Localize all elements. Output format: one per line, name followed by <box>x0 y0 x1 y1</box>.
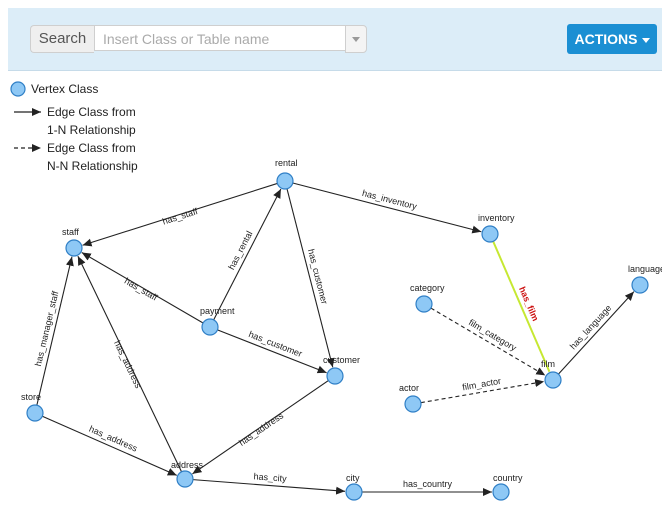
edge-store-address[interactable] <box>42 415 177 476</box>
legend-vertex-label: Vertex Class <box>31 82 98 96</box>
vertex-label: store <box>21 392 41 402</box>
vertex-label: customer <box>323 355 360 365</box>
vertex-label: category <box>410 283 445 293</box>
vertex-circle[interactable] <box>201 318 219 336</box>
edge-label-film_actor: film_actor <box>462 376 502 392</box>
edge-label-has_rental: has_rental <box>226 229 254 271</box>
search-group: Search Insert Class or Table name <box>30 25 367 53</box>
edge-label-has_staff: has_staff <box>161 206 199 227</box>
vertex-label: inventory <box>478 213 515 223</box>
legend: Vertex Class Edge Class from 1-N Relatio… <box>10 81 138 173</box>
edge-label-has_customer: has_customer <box>247 329 303 359</box>
edge-rental-inventory[interactable] <box>292 182 482 234</box>
vertex-circle[interactable] <box>326 367 344 385</box>
vertex-city[interactable]: city <box>345 473 363 501</box>
edge-label-has_manager_staff: has_manager_staff <box>33 290 61 368</box>
vertex-label: staff <box>62 227 79 237</box>
vertex-label: payment <box>200 306 235 316</box>
vertex-country[interactable]: country <box>492 473 523 501</box>
actions-button[interactable]: ACTIONS <box>567 24 657 54</box>
graph-canvas[interactable]: Vertex Class Edge Class from 1-N Relatio… <box>8 71 662 514</box>
vertex-circle[interactable] <box>345 483 363 501</box>
vertex-circle[interactable] <box>415 295 433 313</box>
vertex-circle[interactable] <box>481 225 499 243</box>
vertex-circle[interactable] <box>544 371 562 389</box>
vertex-rental[interactable]: rental <box>275 158 298 190</box>
vertex-label: rental <box>275 158 298 168</box>
schema-graph-page: Search Insert Class or Table name ACTION… <box>0 0 662 514</box>
vertex-customer[interactable]: customer <box>323 355 360 385</box>
edge-label-film_category: film_category <box>467 317 519 353</box>
vertex-film[interactable]: film <box>541 359 562 389</box>
search-input[interactable]: Insert Class or Table name <box>94 25 345 51</box>
edge-label-has_address: has_address <box>112 339 144 390</box>
vertex-payment[interactable]: payment <box>200 306 235 336</box>
legend-edge-1n-line1: Edge Class from <box>47 105 136 119</box>
vertex-staff[interactable]: staff <box>62 227 83 257</box>
edges-layer: has_staffhas_inventoryhas_customerhas_re… <box>33 182 635 496</box>
edge-label-has_staff: has_staff <box>123 276 160 303</box>
edge-label-has_address: has_address <box>88 424 140 454</box>
vertex-legend-icon <box>10 81 26 97</box>
edge-label-has_city: has_city <box>253 471 287 484</box>
vertex-store[interactable]: store <box>21 392 44 422</box>
vertex-label: language <box>628 264 662 274</box>
edge-film-language[interactable] <box>557 291 635 375</box>
search-label: Search <box>30 25 94 53</box>
vertex-label: city <box>346 473 360 483</box>
edge-label-has_country: has_country <box>403 479 453 489</box>
vertex-circle[interactable] <box>176 470 194 488</box>
vertex-address[interactable]: address <box>171 460 204 488</box>
schema-graph[interactable]: Vertex Class Edge Class from 1-N Relatio… <box>8 71 662 514</box>
toolbar: Search Insert Class or Table name ACTION… <box>8 8 662 71</box>
edge-category-film[interactable] <box>430 307 546 376</box>
vertex-circle[interactable] <box>26 404 44 422</box>
vertex-inventory[interactable]: inventory <box>478 213 515 243</box>
edge-label-has_language: has_language <box>568 303 614 351</box>
vertex-circle[interactable] <box>404 395 422 413</box>
actions-label: ACTIONS <box>574 31 638 47</box>
vertex-label: actor <box>399 383 419 393</box>
caret-down-icon <box>641 37 650 43</box>
vertex-label: country <box>493 473 523 483</box>
legend-edge-nn-line1: Edge Class from <box>47 141 136 155</box>
vertex-circle[interactable] <box>631 276 649 294</box>
edge-label-has_address: has_address <box>237 410 286 448</box>
edge-inventory-film[interactable] <box>492 240 551 373</box>
vertex-actor[interactable]: actor <box>399 383 422 413</box>
edge-rental-customer[interactable] <box>286 188 335 368</box>
legend-edge-1n-line2: 1-N Relationship <box>47 123 136 137</box>
legend-edge-nn-line2: N-N Relationship <box>47 159 138 173</box>
vertex-category[interactable]: category <box>410 283 445 313</box>
vertex-circle[interactable] <box>492 483 510 501</box>
chevron-down-icon <box>352 37 360 42</box>
vertex-circle[interactable] <box>276 172 294 190</box>
vertex-label: film <box>541 359 555 369</box>
search-dropdown-button[interactable] <box>345 25 367 53</box>
vertex-circle[interactable] <box>65 239 83 257</box>
vertex-language[interactable]: language <box>628 264 662 294</box>
vertex-label: address <box>171 460 204 470</box>
edge-payment-rental[interactable] <box>213 188 282 321</box>
